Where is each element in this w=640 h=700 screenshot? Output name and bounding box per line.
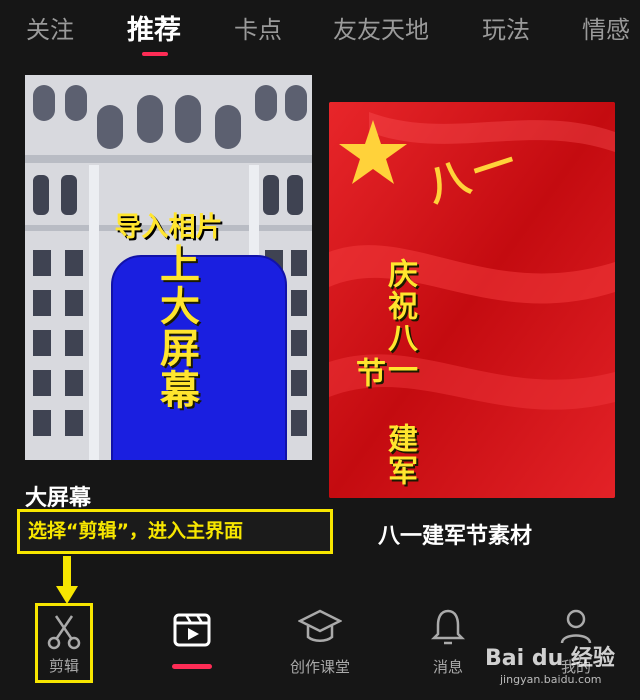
card-caption-army-day[interactable]: 八一建军节素材	[378, 518, 532, 550]
arrow-down-icon	[56, 556, 78, 604]
nav-messages[interactable]: 消息	[420, 605, 476, 681]
template-card-big-screen[interactable]: 导入相片 上大屏幕	[25, 75, 312, 460]
tab-follow[interactable]: 关注	[26, 10, 74, 45]
bell-icon	[430, 609, 466, 645]
clapperboard-play-icon	[173, 613, 211, 647]
nav-creation-class-label: 创作课堂	[289, 658, 350, 676]
graduation-cap-icon	[298, 609, 342, 642]
tab-friends[interactable]: 友友天地	[333, 10, 429, 45]
template-card-army-day[interactable]: 八一 庆祝八一 建军节	[329, 102, 615, 498]
card-caption-big-screen[interactable]: 大屏幕	[25, 480, 91, 512]
top-tab-bar: 关注 推荐 卡点 友友天地 玩法 情感	[0, 0, 640, 64]
nav-create[interactable]	[170, 605, 214, 655]
card-overlay-big-text: 上大屏幕	[153, 243, 199, 411]
card-overlay-title: 导入相片	[114, 212, 223, 243]
nav-messages-label: 消息	[432, 658, 463, 676]
tab-gameplay[interactable]: 玩法	[482, 10, 530, 45]
scissors-icon	[47, 615, 81, 650]
baidu-watermark-url: jingyan.baidu.com	[500, 673, 602, 686]
nav-creation-class[interactable]: 创作课堂	[282, 605, 358, 681]
nav-edit[interactable]: 剪辑	[35, 603, 93, 683]
instruction-callout: 选择“剪辑”，进入主界面	[17, 509, 333, 554]
nav-edit-label: 剪辑	[48, 657, 79, 675]
tab-emotion[interactable]: 情感	[582, 10, 630, 45]
tab-beat[interactable]: 卡点	[234, 10, 282, 45]
card-overlay-vertical-text: 庆祝八一 建军节	[350, 258, 417, 487]
baidu-watermark: Bai du 经验	[485, 646, 615, 671]
active-nav-indicator	[172, 664, 212, 669]
tab-recommend[interactable]: 推荐	[127, 8, 181, 47]
active-tab-indicator	[142, 52, 168, 56]
